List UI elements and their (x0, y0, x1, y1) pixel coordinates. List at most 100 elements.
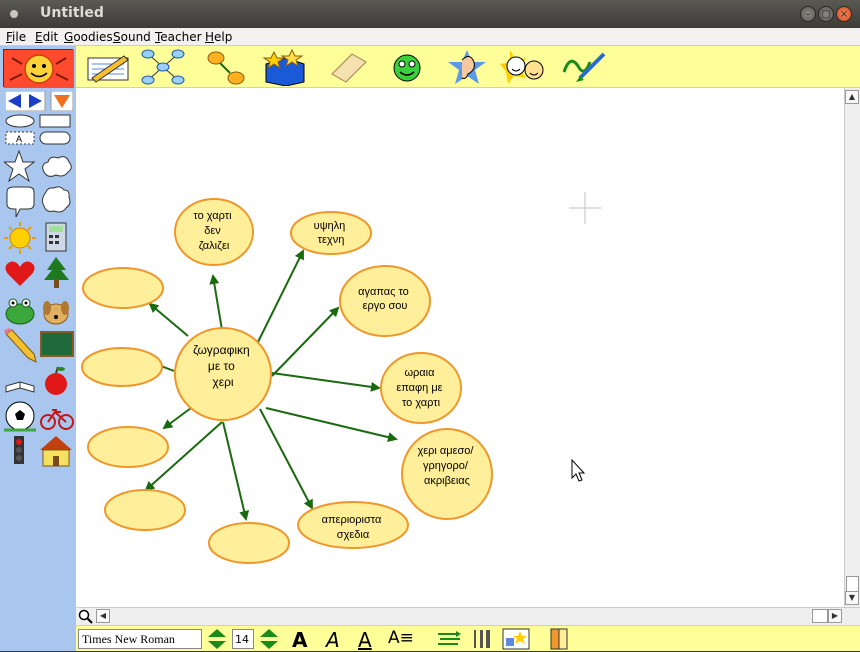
minimize-button[interactable]: – (800, 6, 816, 22)
node-n11[interactable] (82, 267, 164, 309)
maximize-button[interactable]: □ (818, 6, 834, 22)
link-style-icon[interactable] (436, 629, 462, 649)
link-arrow-icon[interactable] (198, 48, 248, 86)
node-n6[interactable]: απεριοριστα σχεδια (297, 501, 409, 549)
font-size-stepper-icon[interactable] (258, 628, 280, 650)
n1-line-1: το χαρτι (193, 210, 232, 222)
vertical-scrollbar[interactable]: ▲ ▼ (844, 88, 860, 607)
scroll-right-icon[interactable]: ▶ (828, 609, 842, 623)
node-center[interactable]: ζωγραφικη με το χερι (174, 327, 272, 421)
node-n10[interactable] (81, 347, 163, 387)
star-shape-icon[interactable] (4, 150, 36, 183)
formatting-bar: Times New Roman 14 A A A A≡ (76, 625, 860, 652)
link-center-n11 (148, 302, 189, 337)
drawing-canvas[interactable]: ζωγραφικη με το χερι το χαρτι δεν ζαλιζε… (76, 88, 844, 607)
n1-line-2: δεν (204, 225, 221, 237)
menu-goodies[interactable]: Goodies (64, 30, 113, 44)
sun-icon[interactable] (4, 222, 36, 254)
navigation-arrows (5, 91, 73, 111)
node-n2[interactable]: υψηλη τεχνη (290, 211, 372, 255)
node-n1[interactable]: το χαρτι δεν ζαλιζει (174, 198, 254, 266)
menu-teacher[interactable]: Teacher (155, 30, 202, 44)
link-center-n2 (257, 249, 304, 343)
heart-icon[interactable] (5, 261, 35, 286)
diagram-icon[interactable] (138, 48, 188, 86)
n2-line-2: τεχνη (318, 234, 345, 246)
node-n3[interactable]: αγαπας το εργο σου (339, 265, 431, 337)
rounded-rect-icon[interactable] (39, 131, 71, 145)
zoom-icon[interactable] (78, 609, 94, 625)
traffic-light-icon[interactable] (14, 436, 24, 464)
menu-help[interactable]: Help (205, 30, 232, 44)
n1-line-3: ζαλιζει (199, 240, 230, 252)
menu-edit[interactable]: Edit (35, 30, 58, 44)
menu-sound[interactable]: Sound (113, 30, 151, 44)
chalkboard-icon[interactable] (40, 331, 74, 357)
book-icon[interactable] (5, 381, 35, 393)
scroll-up-icon[interactable]: ▲ (845, 90, 859, 104)
speech-bubble-icon[interactable] (6, 186, 35, 218)
horizontal-scroll-thumb[interactable] (812, 609, 828, 623)
line-width-icon[interactable] (472, 629, 492, 649)
concept-diagram[interactable]: ζωγραφικη με το χερι το χαρτι δεν ζαλιζε… (76, 88, 844, 607)
n2-line-1: υψηλη (314, 220, 346, 232)
vertical-scroll-thumb[interactable] (846, 576, 859, 592)
node-n9[interactable] (87, 426, 169, 468)
font-name-field[interactable]: Times New Roman (78, 629, 202, 649)
close-button[interactable]: × (836, 6, 852, 22)
bold-icon[interactable]: A (292, 628, 307, 652)
center-line-2: με το (208, 359, 235, 373)
text-style-icon[interactable]: A≡ (388, 628, 414, 648)
frog-icon[interactable] (5, 298, 35, 325)
smiley-icon[interactable] (382, 48, 432, 86)
faces-icon[interactable] (500, 48, 550, 86)
n4-line-1: ωραια (404, 367, 435, 379)
horizontal-scrollbar[interactable]: ◀ ▶ (76, 607, 860, 625)
apple-icon[interactable] (45, 366, 67, 395)
node-n5[interactable]: χερι αμεσο/ γρηγορο/ ακριβειας (401, 428, 493, 520)
node-n8[interactable] (104, 489, 186, 531)
thought-bubble-icon[interactable] (41, 186, 71, 213)
cloud-shape-icon[interactable] (42, 156, 72, 177)
eraser-icon[interactable] (324, 48, 374, 86)
menu-file[interactable]: File (6, 30, 26, 44)
link-center-n4 (271, 372, 381, 392)
crosshair-cursor-icon (569, 192, 601, 224)
node-n7[interactable] (208, 522, 290, 564)
pencil-notepad-icon[interactable] (84, 48, 134, 86)
node-n4[interactable]: ωραια επαφη με το χαρτι (380, 352, 462, 424)
house-icon[interactable] (40, 436, 72, 467)
dog-icon[interactable] (43, 301, 69, 325)
italic-icon[interactable]: A (326, 628, 340, 652)
n3-line-2: εργο σου (363, 300, 408, 312)
link-center-n1 (209, 274, 223, 331)
bicycle-icon[interactable] (40, 409, 74, 430)
link-center-n9 (162, 407, 192, 430)
pencil-icon[interactable] (4, 328, 37, 363)
tree-icon[interactable] (44, 257, 69, 288)
goodies-box-icon[interactable] (260, 48, 310, 86)
calculator-icon[interactable] (45, 222, 67, 252)
paintbrush-icon[interactable] (560, 48, 610, 86)
scroll-down-icon[interactable]: ▼ (845, 591, 859, 605)
link-center-n3 (271, 306, 340, 377)
font-name-stepper-icon[interactable] (206, 628, 228, 650)
link-center-n5 (265, 407, 398, 443)
toolbar (76, 46, 860, 88)
svg-text:A: A (16, 134, 22, 144)
center-line-3: χερι (212, 375, 233, 389)
scroll-left-icon[interactable]: ◀ (96, 609, 110, 623)
soccer-ball-icon[interactable] (4, 401, 36, 432)
ear-icon[interactable] (442, 48, 492, 86)
n3-line-1: αγαπας το (358, 286, 409, 298)
n4-line-3: το χαρτι (402, 397, 441, 409)
rectangle-shape-icon[interactable] (39, 114, 71, 128)
svg-text:χερι αμεσο/ γρηγορο/: χερι αμεσο/ γρηγορο/ ακριβειας (417, 445, 476, 487)
color-swatch-icon[interactable] (550, 628, 570, 650)
symbol-style-icon[interactable] (502, 628, 530, 650)
window-icon (10, 10, 18, 18)
n5-line-2: γρηγορο/ (423, 460, 469, 472)
ellipse-shape-icon[interactable] (5, 114, 35, 128)
underline-icon[interactable]: A (358, 628, 372, 652)
font-size-field[interactable]: 14 (232, 629, 254, 649)
